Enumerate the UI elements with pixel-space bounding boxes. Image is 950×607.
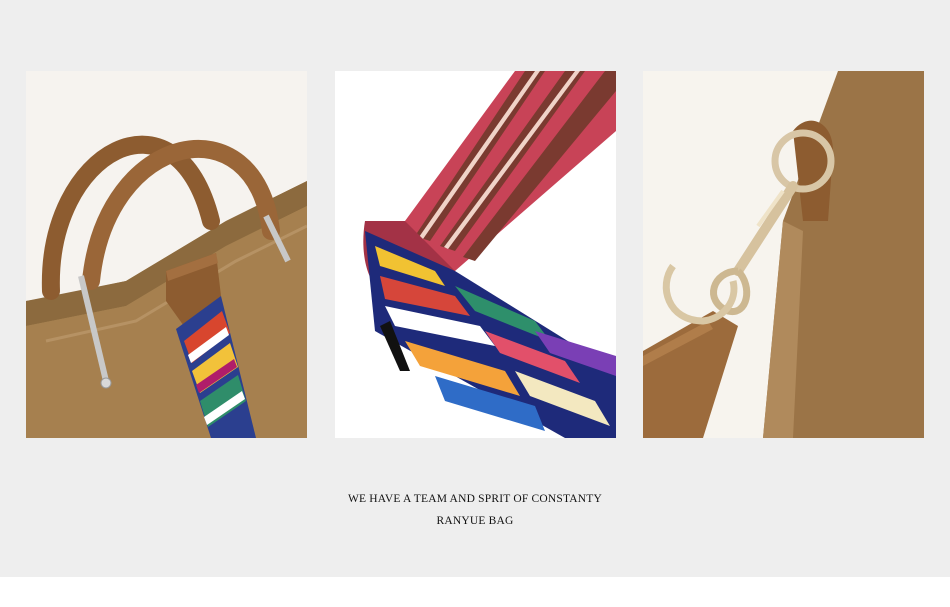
caption-line-2: RANYUE BAG — [436, 515, 514, 527]
product-photo-handle — [26, 71, 307, 438]
product-photo-clasp — [643, 71, 924, 438]
product-photo-strap — [335, 71, 616, 438]
caption-line-1: WE HAVE A TEAM AND SPRIT OF CONSTANTY — [347, 493, 603, 505]
footer-strip — [0, 577, 950, 607]
